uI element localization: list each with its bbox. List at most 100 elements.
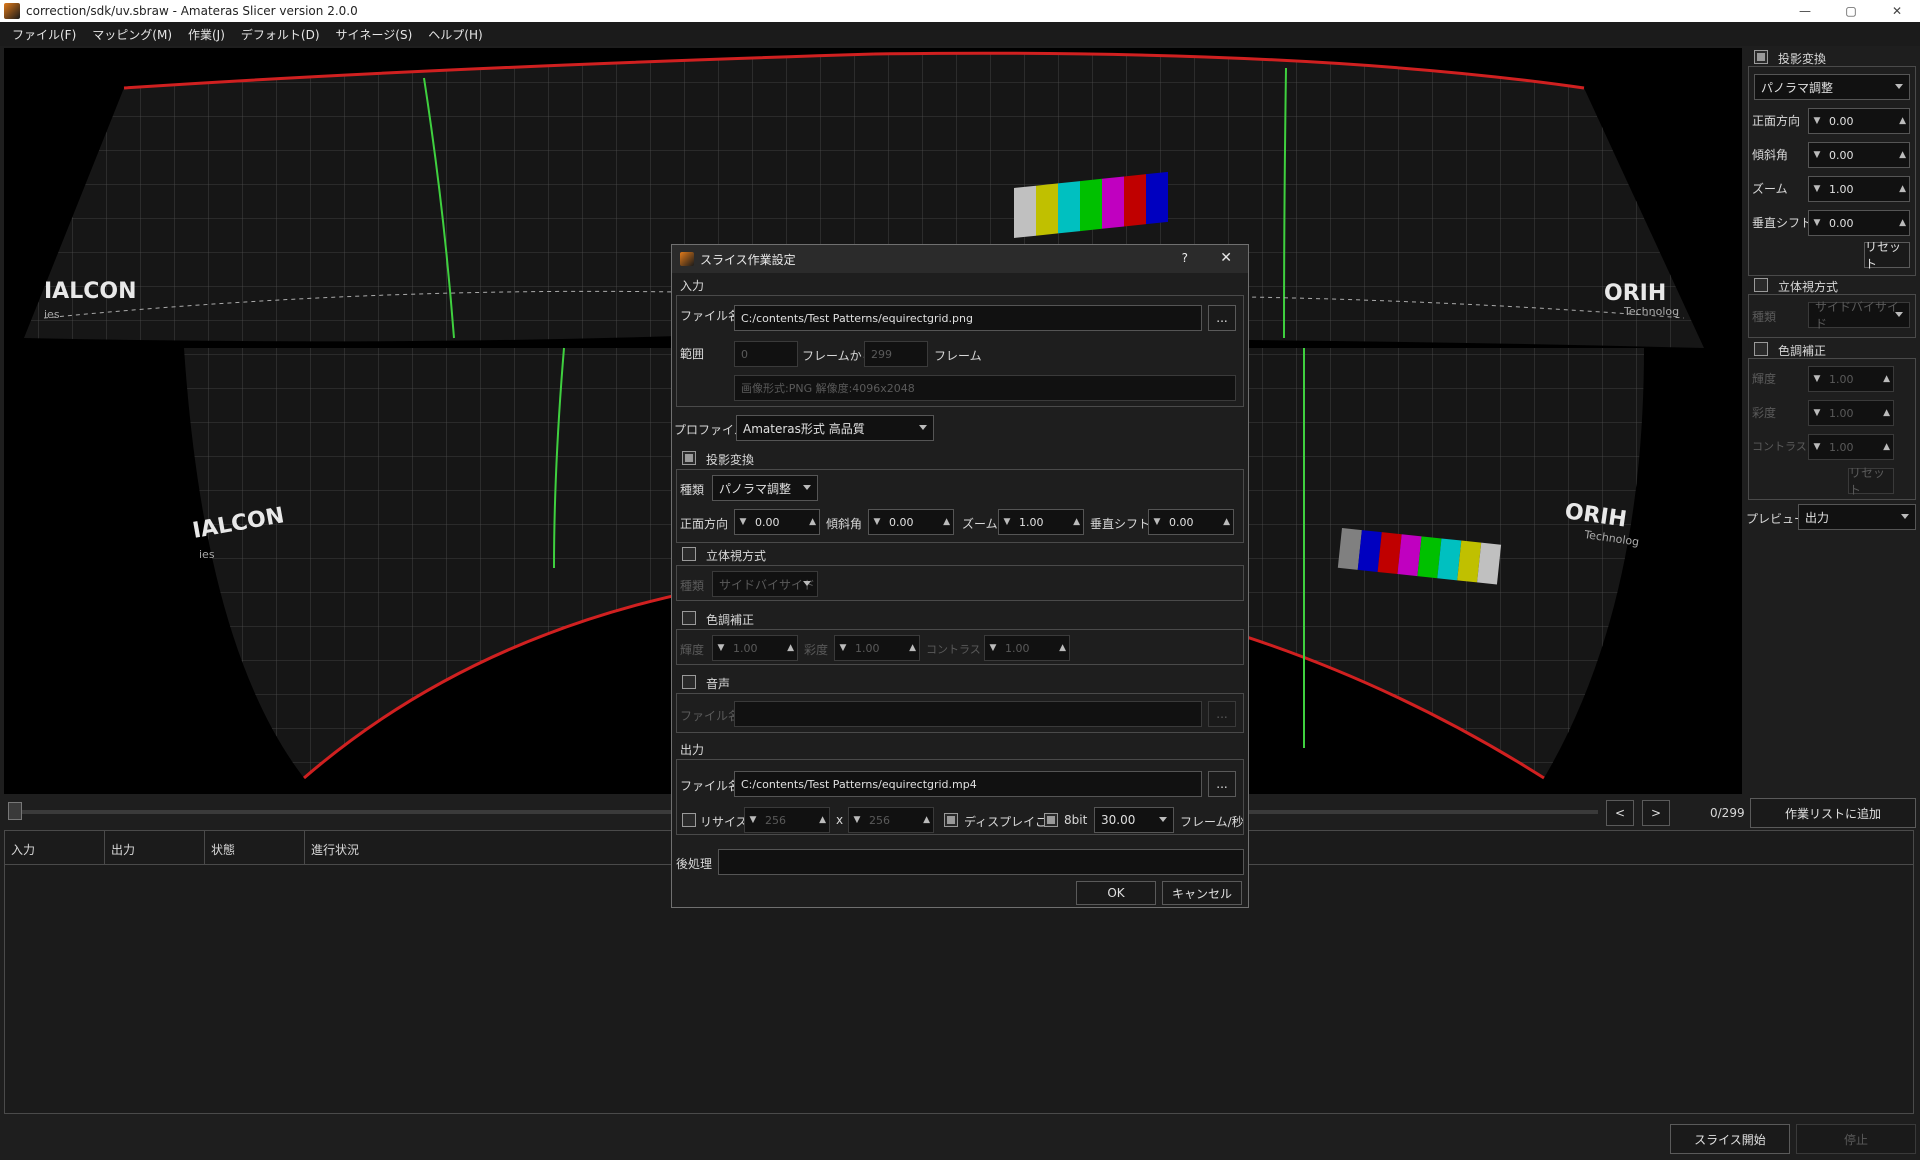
resize-label: リサイズ [700, 815, 748, 829]
range-label: 範囲 [680, 347, 705, 361]
menu-job[interactable]: 作業(J) [180, 26, 233, 43]
dialog-app-icon [680, 252, 694, 266]
dlg-front-label: 正面方向 [680, 517, 729, 531]
cancel-button[interactable]: キャンセル [1162, 881, 1242, 905]
dlg-stereo-checkbox[interactable] [682, 547, 696, 561]
color-reset-button[interactable]: リセット [1848, 466, 1894, 497]
logo-left-sub-bottom: ies [199, 548, 215, 561]
dlg-color-checkbox[interactable] [682, 611, 696, 625]
dlg-zoom-label: ズーム [962, 517, 998, 531]
input-section-label: 入力 [680, 279, 705, 293]
front-label: 正面方向 [1752, 114, 1801, 128]
dlg-contrast-spinbox[interactable]: ▼ 1.00 ▲ [984, 635, 1070, 661]
saturation-label: 彩度 [1752, 406, 1777, 420]
dlg-brightness-spinbox[interactable]: ▼ 1.00 ▲ [712, 635, 798, 661]
tilt-spinbox[interactable]: ▼ 0.00 ▲ [1808, 142, 1910, 168]
dlg-audio-file-label: ファイル名 [680, 709, 741, 723]
dlg-saturation-label: 彩度 [804, 643, 829, 657]
resize-height-spinbox[interactable]: ▼ 256 ▲ [848, 807, 934, 833]
front-spinbox[interactable]: ▼ 0.00 ▲ [1808, 108, 1910, 134]
range-from-field[interactable]: 0 [734, 341, 798, 367]
brightness-spinbox[interactable]: ▼ 1.00 ▲ [1808, 366, 1894, 392]
minimize-button[interactable]: — [1782, 0, 1828, 22]
dlg-vshift-spinbox[interactable]: ▼ 0.00 ▲ [1148, 509, 1234, 535]
dlg-audio-browse-button[interactable]: ... [1208, 701, 1236, 727]
prev-frame-button[interactable]: < [1606, 800, 1634, 826]
color-label: 色調補正 [1778, 344, 1827, 358]
dlg-audio-file-field[interactable] [734, 701, 1202, 727]
bit8-label: 8bit [1064, 813, 1088, 827]
resize-checkbox[interactable] [682, 813, 696, 827]
projection-checkbox[interactable] [1754, 50, 1768, 64]
contrast-spinbox[interactable]: ▼ 1.00 ▲ [1808, 434, 1894, 460]
post-process-field[interactable] [718, 849, 1244, 875]
dlg-zoom-spinbox[interactable]: ▼ 1.00 ▲ [998, 509, 1084, 535]
col-input[interactable]: 入力 [5, 831, 105, 864]
dlg-front-spinbox[interactable]: ▼ 0.00 ▲ [734, 509, 820, 535]
dlg-stereo-label: 立体視方式 [706, 549, 767, 563]
next-frame-button[interactable]: > [1642, 800, 1670, 826]
app-icon [4, 3, 20, 19]
color-checkbox[interactable] [1754, 342, 1768, 356]
menu-help[interactable]: ヘルプ(H) [420, 26, 490, 43]
bit8-checkbox[interactable] [1044, 813, 1058, 827]
menu-mapping[interactable]: マッピング(M) [84, 26, 180, 43]
zoom-spinbox[interactable]: ▼ 1.00 ▲ [1808, 176, 1910, 202]
output-section-label: 出力 [680, 743, 705, 757]
from-frame-label: フレームから [802, 349, 874, 363]
per-display-checkbox[interactable] [944, 813, 958, 827]
stop-button[interactable]: 停止 [1796, 1124, 1916, 1154]
input-browse-button[interactable]: ... [1208, 305, 1236, 331]
dialog-close-icon[interactable]: ✕ [1220, 250, 1232, 266]
dlg-projection-checkbox[interactable] [682, 451, 696, 465]
window-title: correction/sdk/uv.sbraw - Amateras Slice… [26, 4, 358, 18]
resize-width-spinbox[interactable]: ▼ 256 ▲ [744, 807, 830, 833]
seek-handle[interactable] [8, 802, 22, 820]
fps-select[interactable]: 30.00 [1094, 807, 1174, 833]
dlg-brightness-label: 輝度 [680, 643, 705, 657]
projection-type-select[interactable]: パノラマ調整 [1754, 74, 1910, 100]
stereo-checkbox[interactable] [1754, 278, 1768, 292]
col-status[interactable]: 状態 [205, 831, 305, 864]
logo-left-top: IALCON [44, 279, 137, 304]
out-browse-button[interactable]: ... [1208, 771, 1236, 797]
maximize-button[interactable]: ▢ [1828, 0, 1874, 22]
preview-select[interactable]: 出力 [1798, 504, 1916, 530]
preview-label: プレビュー [1746, 512, 1807, 526]
slice-settings-dialog: スライス作業設定 ? ✕ 入力 ファイル名 C:/contents/Test P… [671, 244, 1249, 908]
profile-select[interactable]: Amateras形式 高品質 [736, 415, 934, 441]
vshift-label: 垂直シフト [1752, 216, 1813, 230]
col-output[interactable]: 出力 [105, 831, 205, 864]
frame-counter: 0/299 [1710, 806, 1745, 820]
help-icon[interactable]: ? [1182, 251, 1188, 265]
start-slice-button[interactable]: スライス開始 [1670, 1124, 1790, 1154]
dlg-type-label: 種類 [680, 483, 705, 497]
dlg-audio-checkbox[interactable] [682, 675, 696, 689]
dlg-stereo-type-select[interactable]: サイドバイサイド [712, 571, 818, 597]
saturation-spinbox[interactable]: ▼ 1.00 ▲ [1808, 400, 1894, 426]
dlg-tilt-label: 傾斜角 [826, 517, 863, 531]
range-to-field[interactable]: 299 [864, 341, 928, 367]
menu-default[interactable]: デフォルト(D) [233, 26, 328, 43]
menu-file[interactable]: ファイル(F) [4, 26, 84, 43]
dlg-tilt-spinbox[interactable]: ▼ 0.00 ▲ [868, 509, 954, 535]
out-file-field[interactable]: C:/contents/Test Patterns/equirectgrid.m… [734, 771, 1202, 797]
dlg-vshift-label: 垂直シフト [1090, 517, 1151, 531]
dlg-saturation-spinbox[interactable]: ▼ 1.00 ▲ [834, 635, 920, 661]
input-file-field[interactable]: C:/contents/Test Patterns/equirectgrid.p… [734, 305, 1202, 331]
dlg-projection-label: 投影変換 [706, 453, 755, 467]
stereo-type-select[interactable]: サイドバイサイド [1808, 300, 1910, 331]
out-file-label: ファイル名 [680, 779, 741, 793]
add-to-job-list-button[interactable]: 作業リストに追加 [1750, 798, 1916, 828]
logo-right-top: ORIH [1604, 281, 1666, 306]
menu-signage[interactable]: サイネージ(S) [328, 26, 421, 43]
fps-label: フレーム/秒 [1180, 815, 1244, 829]
close-window-button[interactable]: ✕ [1874, 0, 1920, 22]
stereo-type-label: 種類 [1752, 310, 1777, 324]
dlg-projection-type-select[interactable]: パノラマ調整 [712, 475, 818, 501]
vshift-spinbox[interactable]: ▼ 0.00 ▲ [1808, 210, 1910, 236]
dlg-color-label: 色調補正 [706, 613, 755, 627]
projection-reset-button[interactable]: リセット [1864, 240, 1910, 271]
ok-button[interactable]: OK [1076, 881, 1156, 905]
projection-label: 投影変換 [1778, 52, 1827, 66]
